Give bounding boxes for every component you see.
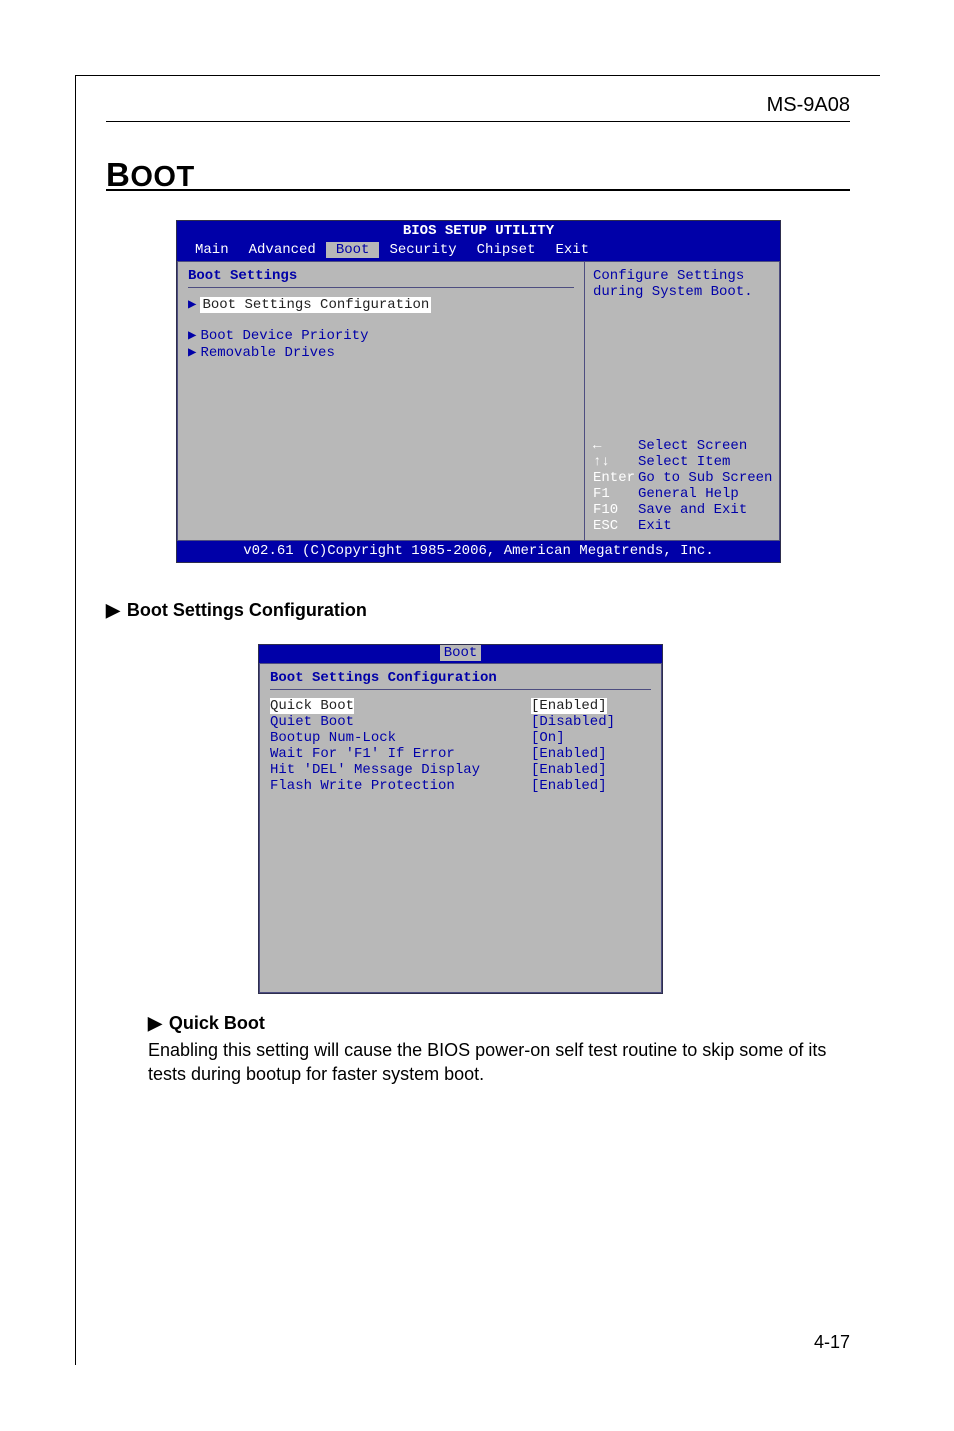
subsection-title: Boot Settings Configuration (127, 600, 367, 620)
body-paragraph: Enabling this setting will cause the BIO… (148, 1038, 850, 1087)
section-rule (106, 189, 850, 191)
row-value: [Enabled] (531, 746, 651, 762)
help-line: Configure Settings (593, 268, 771, 284)
key-row: ←Select Screen (593, 438, 771, 454)
bios2-body: Boot Settings Configuration Quick Boot [… (259, 663, 662, 993)
row-label: Flash Write Protection (270, 778, 531, 794)
key-desc: Select Item (638, 454, 730, 470)
key-desc: Select Screen (638, 438, 747, 454)
key-row: F1General Help (593, 486, 771, 502)
row-value: [Enabled] (531, 778, 651, 794)
key-row: ESCExit (593, 518, 771, 534)
bios-footer: v02.61 (C)Copyright 1985-2006, American … (177, 541, 780, 562)
doc-header-label: MS-9A08 (767, 94, 850, 117)
bios-tab-advanced[interactable]: Advanced (239, 242, 326, 258)
bios-item-label: Boot Device Priority (200, 328, 368, 344)
bios-tab-main[interactable]: Main (185, 242, 239, 258)
key-desc: General Help (638, 486, 739, 502)
bios-title: BIOS SETUP UTILITY (177, 221, 780, 241)
bios-left-heading: Boot Settings (188, 268, 574, 284)
page-frame: MS-9A08 BOOT BIOS SETUP UTILITY Main Adv… (75, 75, 880, 1365)
key-row: ↑↓Select Item (593, 454, 771, 470)
bios-key-legend: ←Select Screen ↑↓Select Item EnterGo to … (593, 438, 771, 534)
bios2-tab: Boot (440, 645, 482, 661)
bios-item-label: Removable Drives (200, 345, 334, 361)
row-value: [On] (531, 730, 651, 746)
triangle-icon: ▶ (188, 328, 196, 344)
key-symbol: ← (593, 438, 638, 454)
subsection-heading: ▶ Boot Settings Configuration (106, 600, 367, 621)
key-desc: Go to Sub Screen (638, 470, 772, 486)
bios2-heading: Boot Settings Configuration (270, 670, 651, 686)
row-label: Quiet Boot (270, 714, 531, 730)
bios-left-pane: Boot Settings ▶Boot Settings Configurati… (177, 261, 585, 541)
key-symbol: ↑↓ (593, 454, 638, 470)
row-value: [Enabled] (531, 762, 651, 778)
key-row: EnterGo to Sub Screen (593, 470, 771, 486)
bios-screenshot-main: BIOS SETUP UTILITY Main Advanced Boot Se… (176, 220, 781, 563)
bios-help-text: Configure Settings during System Boot. (593, 268, 771, 300)
bios2-row[interactable]: Flash Write Protection [Enabled] (270, 778, 651, 794)
spacer (188, 313, 574, 327)
bios2-row[interactable]: Wait For 'F1' If Error [Enabled] (270, 746, 651, 762)
row-value: [Enabled] (531, 698, 607, 714)
header-rule (106, 121, 850, 122)
bios2-row[interactable]: Quick Boot [Enabled] (270, 698, 651, 714)
help-line: during System Boot. (593, 284, 771, 300)
subsection-title: Quick Boot (169, 1013, 265, 1033)
bios-tab-boot[interactable]: Boot (326, 242, 380, 258)
bios-menu-item[interactable]: ▶Boot Settings Configuration (188, 296, 574, 313)
key-desc: Save and Exit (638, 502, 747, 518)
bios-menu-item[interactable]: ▶Boot Device Priority (188, 327, 574, 344)
bios2-row[interactable]: Bootup Num-Lock [On] (270, 730, 651, 746)
triangle-icon: ▶ (188, 297, 196, 313)
key-symbol: ESC (593, 518, 638, 534)
page-number: 4-17 (814, 1332, 850, 1353)
triangle-icon: ▶ (148, 1013, 162, 1033)
bios-tab-chipset[interactable]: Chipset (467, 242, 546, 258)
bios-body: Boot Settings ▶Boot Settings Configurati… (177, 261, 780, 541)
triangle-icon: ▶ (188, 345, 196, 361)
bios-screenshot-sub: Boot Boot Settings Configuration Quick B… (258, 644, 663, 994)
subsection-heading: ▶ Quick Boot (148, 1013, 265, 1034)
bios2-row[interactable]: Quiet Boot [Disabled] (270, 714, 651, 730)
bios-item-label: Boot Settings Configuration (200, 297, 431, 313)
key-row: F10Save and Exit (593, 502, 771, 518)
bios-menu-item[interactable]: ▶Removable Drives (188, 344, 574, 361)
bios-tabs: Main Advanced Boot Security Chipset Exit (177, 241, 780, 261)
key-desc: Exit (638, 518, 672, 534)
row-label: Bootup Num-Lock (270, 730, 531, 746)
row-value: [Disabled] (531, 714, 651, 730)
triangle-icon: ▶ (106, 600, 120, 620)
bios-tab-exit[interactable]: Exit (545, 242, 599, 258)
section-title-cap: B (106, 156, 130, 193)
key-symbol: F1 (593, 486, 638, 502)
bios2-divider (270, 689, 651, 690)
row-label: Hit 'DEL' Message Display (270, 762, 531, 778)
row-label: Wait For 'F1' If Error (270, 746, 531, 762)
bios2-row[interactable]: Hit 'DEL' Message Display [Enabled] (270, 762, 651, 778)
key-symbol: F10 (593, 502, 638, 518)
bios-right-pane: Configure Settings during System Boot. ←… (585, 261, 780, 541)
key-symbol: Enter (593, 470, 638, 486)
bios-left-divider (188, 287, 574, 288)
row-label: Quick Boot (270, 698, 354, 714)
bios2-tab-row: Boot (259, 645, 662, 663)
bios-tab-security[interactable]: Security (379, 242, 466, 258)
